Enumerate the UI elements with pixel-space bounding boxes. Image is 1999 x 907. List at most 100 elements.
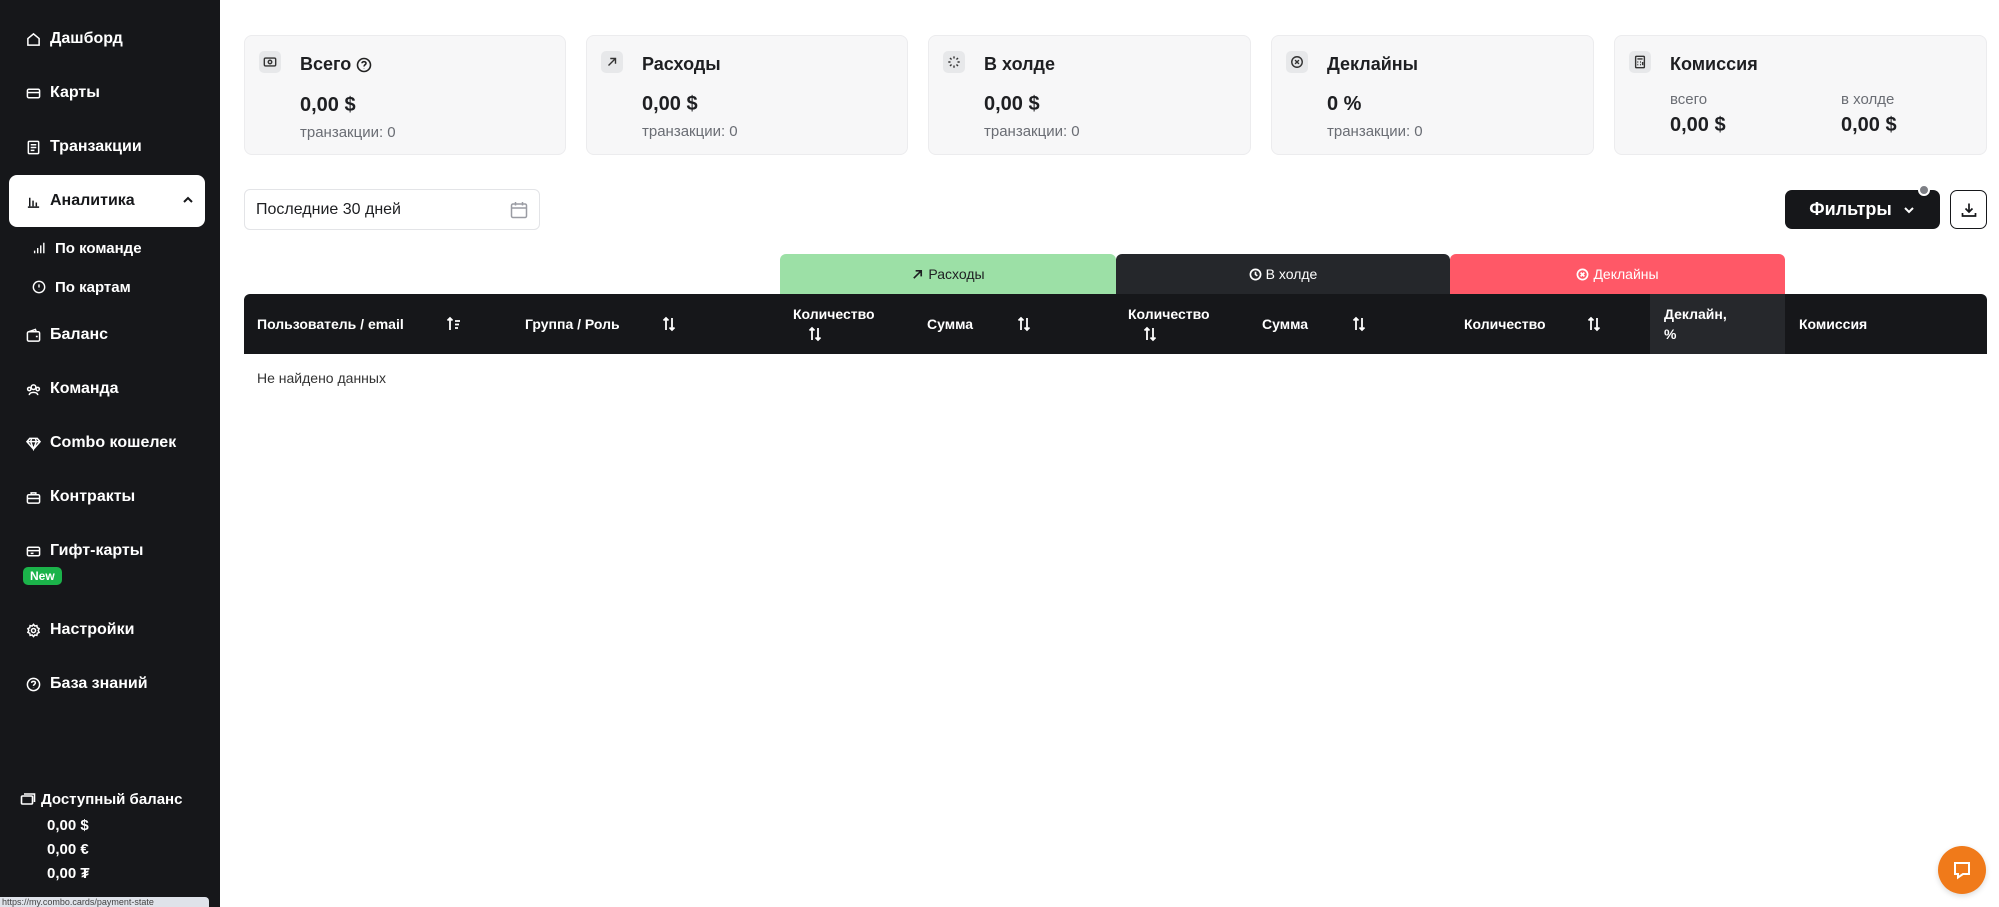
sidebar-item-label: База знаний [50,675,148,692]
filters-button-label: Фильтры [1809,199,1892,219]
sidebar-item-knowledge-base[interactable]: База знаний [9,661,205,707]
cash-icon [259,51,281,73]
status-bar-url: https://my.combo.cards/payment-state [0,897,209,907]
wallet-icon [24,326,42,344]
group-header-expenses: Расходы [780,254,1116,294]
help-icon[interactable] [356,57,372,73]
available-balance-label: Доступный баланс [41,791,183,808]
sidebar-item-dashboard[interactable]: Дашборд [9,16,205,62]
column-header-expenses-count[interactable]: Количество [793,306,875,322]
group-header-label: В холде [1265,266,1318,282]
stat-title: Деклайны [1327,54,1419,74]
sidebar-subitem-label: По картам [55,278,131,296]
stat-card-total: Всего 0,00 $ транзакции: 0 [244,35,566,155]
sidebar-item-cards[interactable]: Карты [9,70,205,116]
wallet-stack-icon [20,792,36,805]
column-header-user[interactable]: Пользователь / email [257,316,404,332]
gift-card-icon [24,542,42,560]
sidebar-item-label: Транзакции [50,138,142,155]
briefcase-icon [24,488,42,506]
signal-icon [31,240,47,256]
column-header-expenses-sum[interactable]: Сумма [927,316,973,332]
group-header-declines: Деклайны [1450,254,1785,294]
clock-icon [1249,268,1262,280]
sidebar-item-team[interactable]: Команда [9,366,205,412]
home-icon [24,30,42,48]
column-header-declines-percent[interactable]: Деклайн, [1664,306,1727,322]
card-icon [24,84,42,102]
stat-sub: транзакции: 0 [300,124,396,141]
sort-icon[interactable] [1350,315,1368,333]
sort-icon[interactable] [660,315,678,333]
stat-title: Расходы [642,54,721,74]
sidebar-item-label: Команда [50,380,119,397]
arrow-up-right-icon [601,51,623,73]
stat-title: Всего [300,54,372,75]
receipt-icon [24,138,42,156]
filters-indicator-dot [1918,184,1930,196]
chat-icon [1954,862,1970,880]
available-balance-title: Доступный баланс [20,791,182,808]
stat-sub: транзакции: 0 [642,123,738,140]
sort-icon[interactable] [1015,315,1033,333]
column-header-commission[interactable]: Комиссия [1799,316,1867,332]
loader-icon [943,51,965,73]
diamond-icon [24,434,42,452]
sidebar-item-contracts[interactable]: Контракты [9,474,205,520]
x-circle-icon [1286,51,1308,73]
column-header-declines-count[interactable]: Количество [1464,316,1546,332]
stat-value: 0,00 $ [300,94,356,116]
sidebar-item-label: Настройки [50,621,135,638]
sidebar-item-label: Контракты [50,488,136,505]
arrow-up-right-icon [913,269,923,279]
balance-usd: 0,00 $ [47,817,89,834]
chart-bars-icon [24,192,42,210]
table-empty-state: Не найдено данных [257,370,386,386]
sort-icon[interactable] [806,325,824,343]
table-header-row: Пользователь / email Группа / Роль Колич… [244,294,1987,354]
chat-support-button[interactable] [1938,846,1986,894]
group-header-label: Расходы [928,266,985,282]
gear-icon [24,621,42,639]
sidebar-item-settings[interactable]: Настройки [9,607,205,653]
stat-sub: транзакции: 0 [1327,123,1423,140]
sidebar-subitem-by-team[interactable]: По команде [31,236,142,260]
date-range-value: Последние 30 дней [256,200,401,218]
column-header-hold-sum[interactable]: Сумма [1262,316,1308,332]
commission-hold-label: в холде [1841,91,1895,108]
stat-title: Комиссия [1670,54,1758,74]
sidebar-item-balance[interactable]: Баланс [9,312,205,358]
download-icon [1961,203,1976,217]
calendar-icon [509,200,529,220]
info-circle-icon [31,279,47,295]
commission-total-label: всего [1670,91,1708,108]
commission-total-value: 0,00 $ [1670,114,1726,136]
stat-card-declines: Деклайны 0 % транзакции: 0 [1271,35,1594,155]
column-header-hold-count[interactable]: Количество [1128,306,1210,322]
filters-button[interactable]: Фильтры [1785,190,1940,229]
sort-asc-icon[interactable] [445,315,463,333]
stat-title-text: Всего [300,54,352,74]
stat-card-commission: Комиссия всего 0,00 $ в холде 0,00 $ [1614,35,1987,155]
group-header-hold: В холде [1116,254,1450,294]
sidebar-item-transactions[interactable]: Транзакции [9,124,205,170]
chevron-down-icon [1904,206,1914,213]
sort-icon[interactable] [1141,325,1159,343]
stat-card-expenses: Расходы 0,00 $ транзакции: 0 [586,35,908,155]
declines-percent-highlight [1650,294,1785,354]
sort-icon[interactable] [1585,315,1603,333]
date-range-picker[interactable]: Последние 30 дней [244,189,540,230]
calculator-icon [1629,51,1651,73]
stat-value: 0 % [1327,93,1362,115]
sidebar-item-label: Аналитика [50,192,135,209]
sidebar-item-combo-wallet[interactable]: Combo кошелек [9,420,205,466]
x-circle-icon [1576,268,1589,280]
sidebar-item-label: Дашборд [50,30,123,47]
download-button[interactable] [1950,190,1987,229]
balance-eur: 0,00 € [47,841,89,858]
sidebar-subitem-by-cards[interactable]: По картам [31,275,131,299]
group-header-label: Деклайны [1593,266,1659,282]
sidebar-item-analytics[interactable]: Аналитика [9,175,205,227]
column-header-group-role[interactable]: Группа / Роль [525,316,620,332]
sidebar-item-label: Гифт-карты [50,542,144,559]
